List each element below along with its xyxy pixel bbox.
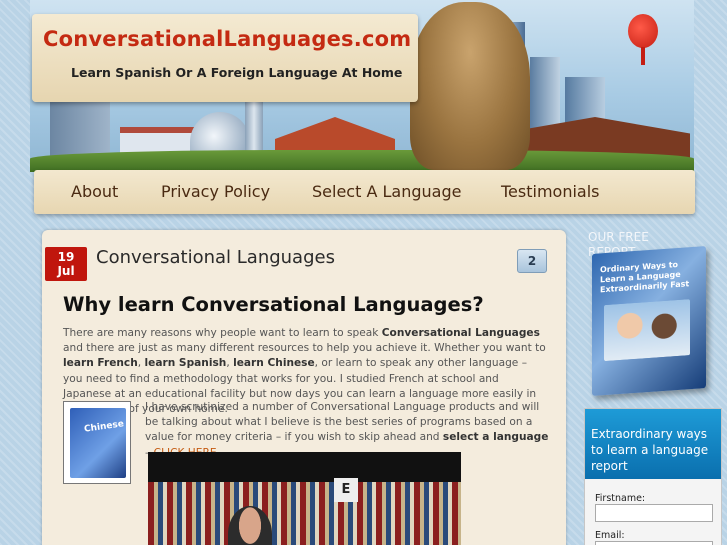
title-scroll: ConversationalLanguages.com Learn Spanis… <box>32 14 418 102</box>
nav-item-testimonials[interactable]: Testimonials <box>501 182 600 201</box>
date-day: 19 <box>57 250 75 264</box>
main-nav: About Privacy Policy Select A Language T… <box>34 170 695 214</box>
firstname-label: Firstname: <box>595 493 646 504</box>
date-month: Jul <box>57 264 75 278</box>
keyword: select a language <box>442 431 549 444</box>
optin-form: Extraordinary ways to learn a language r… <box>584 408 722 545</box>
lion-statue-image <box>410 2 530 170</box>
keyword: learn Spanish <box>144 357 227 370</box>
site-title[interactable]: ConversationalLanguages.com <box>43 27 411 51</box>
keyword: learn Chinese <box>233 357 315 370</box>
nav-item-select-a-language[interactable]: Select A Language <box>312 182 461 201</box>
product-label: Chinese <box>83 419 125 435</box>
report-title: Ordinary Ways to Learn a Language Extrao… <box>600 259 690 295</box>
firstname-field[interactable] <box>595 504 713 522</box>
keyword: Conversational Languages <box>381 327 540 339</box>
keyword: learn French <box>63 357 138 370</box>
product-image[interactable]: Chinese <box>63 401 131 484</box>
optin-heading: Extraordinary ways to learn a language r… <box>585 409 721 479</box>
date-badge: 19 Jul <box>45 247 87 281</box>
free-report-image[interactable]: Ordinary Ways to Learn a Language Extrao… <box>592 246 706 396</box>
video-sign: E <box>334 478 358 502</box>
post-title[interactable]: Conversational Languages <box>96 247 335 268</box>
nav-item-privacy-policy[interactable]: Privacy Policy <box>161 182 270 201</box>
post-panel: 19 Jul Conversational Languages 2 Why le… <box>42 230 566 545</box>
video-player[interactable]: E <box>148 452 461 545</box>
nav-item-about[interactable]: About <box>71 182 118 201</box>
email-label: Email: <box>595 530 625 541</box>
site-tagline: Learn Spanish Or A Foreign Language At H… <box>71 65 403 80</box>
bookshelf-image <box>148 482 461 545</box>
greenery-illustration <box>30 150 694 172</box>
comment-count-badge[interactable]: 2 <box>517 249 547 273</box>
report-photo <box>604 299 690 362</box>
software-box-image: Chinese <box>70 408 126 478</box>
article-heading: Why learn Conversational Languages? <box>63 293 484 316</box>
lantern-icon <box>628 14 658 65</box>
email-field[interactable] <box>595 541 713 545</box>
